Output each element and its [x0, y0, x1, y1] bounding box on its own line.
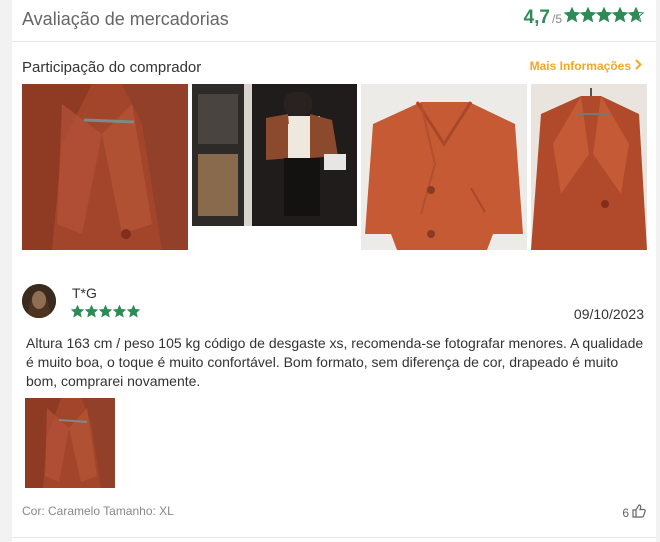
reviewer-name: T*G	[72, 285, 97, 301]
buyer-photos-title: Participação do comprador	[22, 59, 202, 76]
overall-rating: 4,7 /5	[524, 7, 644, 29]
product-review-card: Avaliação de mercadorias 4,7 /5 Particip…	[12, 0, 656, 542]
review-text: Altura 163 cm / peso 105 kg código de de…	[26, 335, 644, 389]
review-item: T*G 09/10/2023 Altura 163 cm / peso 105 …	[12, 272, 656, 538]
chevron-right-icon	[635, 59, 642, 73]
rating-score: 4,7	[523, 7, 550, 28]
photo-coat-flat-lay[interactable]	[361, 84, 527, 250]
photo-coat-on-hanger[interactable]	[531, 84, 647, 250]
star-icon	[71, 305, 84, 318]
review-date: 09/10/2023	[573, 306, 644, 322]
review-header: Avaliação de mercadorias 4,7 /5	[12, 0, 656, 42]
rating-stars	[564, 7, 644, 23]
star-icon	[596, 7, 612, 23]
star-icon	[612, 7, 628, 23]
photo-person-wearing-coat[interactable]	[192, 84, 357, 226]
avatar	[22, 284, 56, 318]
like-count: 6	[622, 505, 629, 520]
review-photo[interactable]	[25, 398, 115, 488]
star-icon	[628, 7, 644, 23]
more-info-link[interactable]: Mais Informações	[530, 59, 642, 73]
review-stars	[71, 305, 141, 318]
star-icon	[113, 305, 126, 318]
review-attributes: Cor: Caramelo Tamanho: XL	[22, 504, 174, 518]
like-button[interactable]: 6	[622, 504, 646, 521]
star-icon	[85, 305, 98, 318]
star-icon	[99, 305, 112, 318]
photo-coat-collar-closeup[interactable]	[22, 84, 188, 250]
more-info-label: Mais Informações	[529, 59, 631, 73]
rating-out-of: /5	[551, 12, 562, 26]
section-title: Avaliação de mercadorias	[22, 9, 229, 29]
thumbs-up-icon	[632, 504, 646, 521]
star-icon	[580, 7, 596, 23]
star-icon	[564, 7, 580, 23]
star-icon	[127, 305, 140, 318]
